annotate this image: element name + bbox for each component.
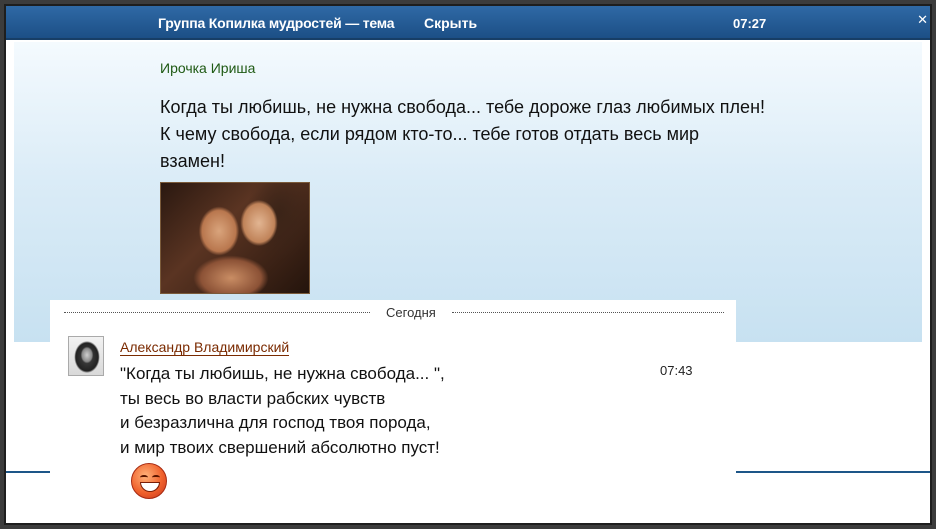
date-separator-label: Сегодня [386,305,436,320]
close-icon[interactable]: ✕ [917,12,928,28]
post-photo[interactable] [160,182,310,294]
message-time: 07:43 [660,363,693,378]
topbar-time: 07:27 [733,16,767,31]
date-separator: Сегодня [50,300,736,324]
post-text-line: взамен! [160,151,225,171]
post-card: Ирочка Ириша Когда ты любишь, не нужна с… [14,42,922,342]
message-panel: Сегодня Александр Владимирский 07:43 "Ко… [50,300,736,523]
post-text-line: Когда ты любишь, не нужна свобода... теб… [160,97,766,117]
grinning-face-icon [131,463,167,499]
message-author[interactable]: Александр Владимирский [120,340,290,356]
post-author[interactable]: Ирочка Ириша [160,60,255,76]
message-text: "Когда ты любишь, не нужна свобода... ",… [120,362,640,460]
post-text: Когда ты любишь, не нужна свобода... теб… [160,94,820,175]
message-text-line: и безразлична для господ твоя порода, [120,413,431,432]
topic-title[interactable]: Группа Копилка мудростей — тема [158,15,395,31]
avatar[interactable] [68,336,104,376]
emoji-eye [140,475,148,480]
separator-line-left [64,312,370,313]
message-text-line: и мир твоих свершений абсолютно пуст! [120,437,440,457]
topbar: Группа Копилка мудростей — тема Скрыть 0… [6,6,930,40]
post-text-line: К чему свобода, если рядом кто-то... теб… [160,124,700,144]
emoji-mouth [140,482,160,492]
emoji-eye [152,475,160,480]
hide-button[interactable]: Скрыть [424,15,477,31]
app-window: Группа Копилка мудростей — тема Скрыть 0… [6,6,930,523]
message-text-line: "Когда ты любишь, не нужна свобода... ", [120,364,445,383]
separator-line-right [452,312,724,313]
message-text-line: ты весь во власти рабских чувств [120,388,386,408]
